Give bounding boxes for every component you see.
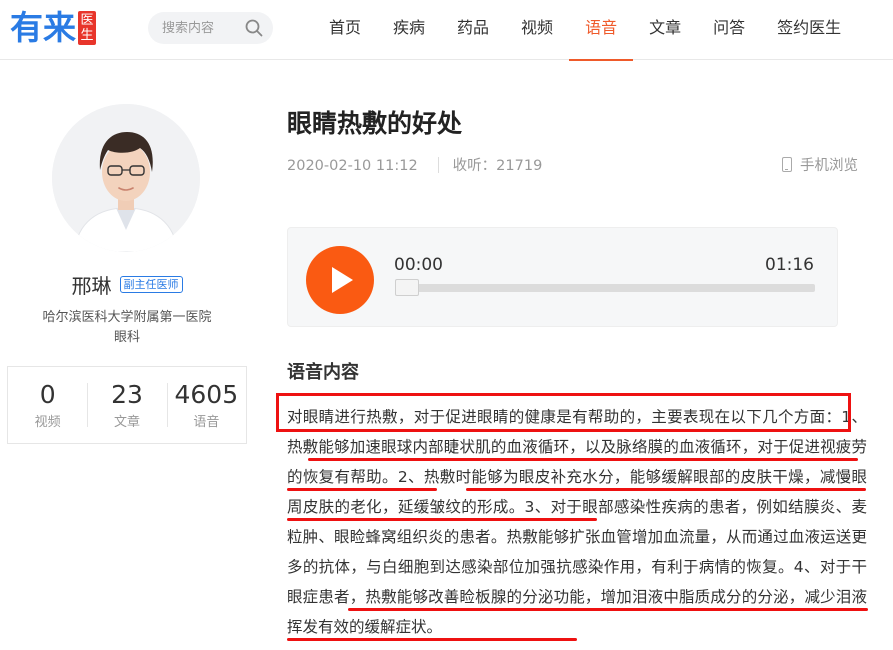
mobile-view-label: 手机浏览 — [800, 158, 858, 174]
doctor-name-row: 邢琳 副主任医师 — [0, 270, 254, 299]
article-title: 眼睛热敷的好处 — [287, 109, 463, 138]
stat-audio-count: 4605 — [174, 380, 239, 409]
nav-diseases[interactable]: 疾病 — [377, 0, 441, 60]
doctor-name[interactable]: 邢琳 — [72, 270, 112, 299]
main-nav: 首页 疾病 药品 视频 语音 文章 问答 签约医生 — [313, 0, 857, 61]
logo-text: 有来 — [10, 8, 76, 47]
nav-videos[interactable]: 视频 — [505, 0, 569, 60]
nav-qa[interactable]: 问答 — [697, 0, 761, 60]
doctor-title-badge: 副主任医师 — [119, 276, 183, 293]
stat-audio[interactable]: 4605 语音 — [166, 367, 246, 443]
stat-videos[interactable]: 0 视频 — [8, 367, 87, 443]
mobile-view-link[interactable]: 手机浏览 — [782, 154, 858, 175]
nav-audio[interactable]: 语音 — [569, 0, 634, 61]
search-icon[interactable] — [244, 18, 264, 38]
listen-count: 收听：21719 — [452, 158, 543, 174]
progress-track[interactable] — [395, 284, 815, 292]
site-logo[interactable]: 有来 医生 — [10, 8, 96, 48]
doctor-avatar[interactable] — [52, 104, 200, 252]
total-time: 01:16 — [765, 255, 814, 275]
stat-audio-label: 语音 — [193, 415, 220, 430]
nav-articles[interactable]: 文章 — [633, 0, 697, 60]
stat-videos-count: 0 — [39, 380, 56, 409]
stat-articles-count: 23 — [111, 380, 143, 409]
stat-articles-label: 文章 — [113, 415, 140, 430]
doctor-photo — [52, 104, 200, 252]
stat-articles[interactable]: 23 文章 — [87, 367, 166, 443]
current-time: 00:00 — [394, 255, 443, 275]
phone-icon — [782, 157, 792, 172]
nav-home[interactable]: 首页 — [313, 0, 377, 60]
meta-divider — [437, 157, 439, 173]
audio-player: 00:00 01:16 — [287, 227, 838, 327]
section-title: 语音内容 — [287, 362, 359, 383]
site-header: 有来 医生 首页 疾病 药品 视频 语音 文章 问答 签约医生 — [0, 0, 893, 61]
play-button[interactable] — [306, 246, 374, 314]
nav-drugs[interactable]: 药品 — [441, 0, 505, 60]
progress-handle[interactable] — [395, 279, 419, 296]
logo-badge: 医生 — [78, 11, 96, 45]
stat-videos-label: 视频 — [34, 415, 61, 430]
transcript-text: 对眼睛进行热敷，对于促进眼睛的健康是有帮助的，主要表现在以下几个方面：1、热敷能… — [287, 408, 867, 636]
nav-contracted-doctors[interactable]: 签约医生 — [761, 0, 857, 60]
article-meta: 2020-02-10 11:12 收听：21719 — [287, 154, 542, 175]
publish-date: 2020-02-10 11:12 — [287, 158, 418, 174]
doctor-hospital: 哈尔滨医科大学附属第一医院 — [42, 310, 212, 325]
doctor-department: 眼科 — [113, 330, 140, 345]
search-input[interactable] — [162, 12, 242, 44]
doctor-stats: 0 视频 23 文章 4605 语音 — [7, 366, 247, 444]
